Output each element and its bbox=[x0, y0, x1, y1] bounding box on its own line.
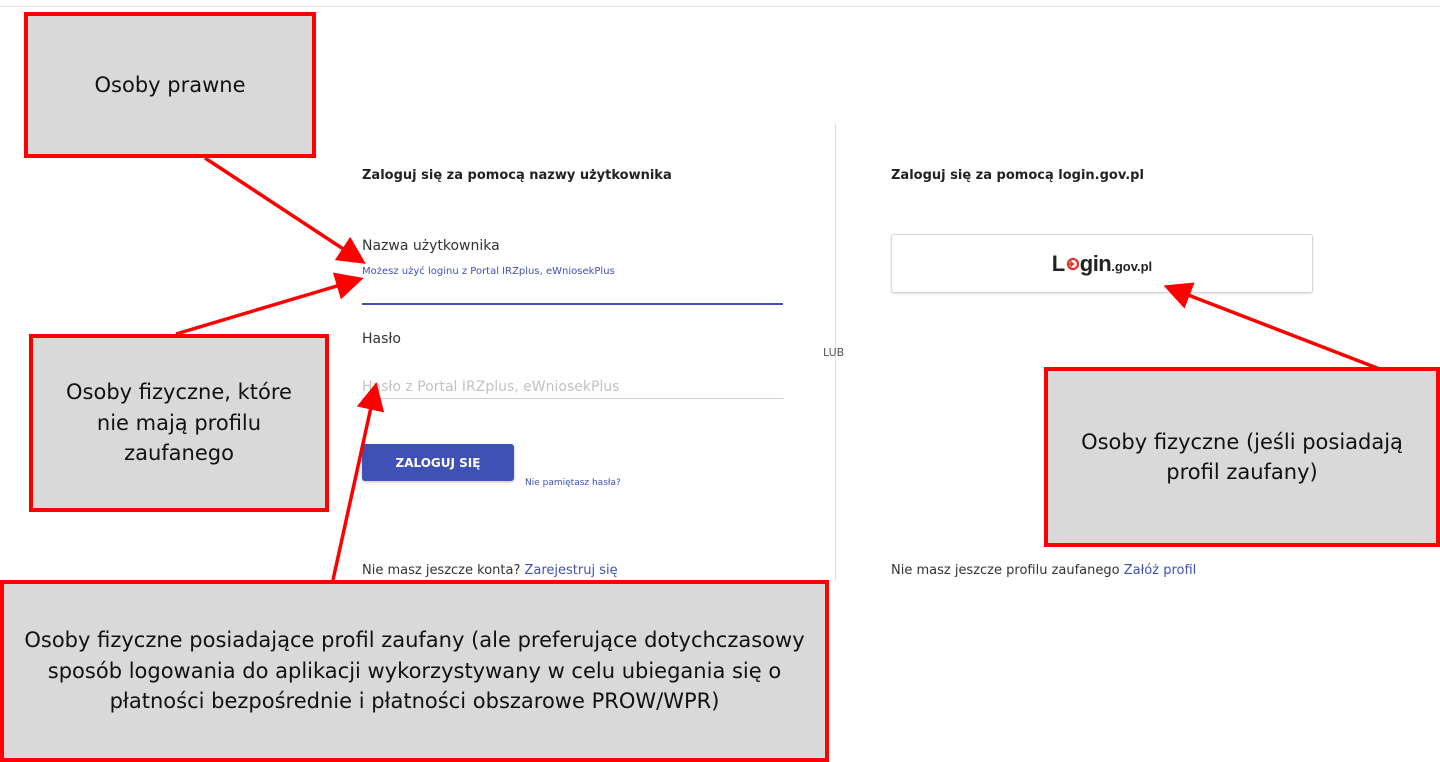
arrow-profile-to-password bbox=[331, 382, 385, 581]
callout-natural-with-profile-text: Osoby fizyczne (jeśli posiadają profil z… bbox=[1081, 429, 1403, 484]
callout-natural-profile-preferring: Osoby fizyczne posiadające profil zaufan… bbox=[0, 580, 829, 762]
callout-natural-no-profile: Osoby fizyczne, które nie mają profilu z… bbox=[29, 334, 329, 512]
arrow-profile-to-gov bbox=[1163, 282, 1391, 375]
callout-natural-profile-preferring-text: Osoby fizyczne posiadające profil zaufan… bbox=[24, 628, 805, 714]
arrow-natural-to-hint bbox=[175, 272, 364, 336]
callout-legal-entities: Osoby prawne bbox=[24, 12, 316, 158]
arrow-legal-to-username bbox=[204, 156, 366, 264]
callout-natural-with-profile: Osoby fizyczne (jeśli posiadają profil z… bbox=[1044, 367, 1440, 547]
callout-legal-entities-text: Osoby prawne bbox=[94, 72, 246, 97]
callout-natural-no-profile-text: Osoby fizyczne, które nie mają profilu z… bbox=[66, 380, 292, 466]
